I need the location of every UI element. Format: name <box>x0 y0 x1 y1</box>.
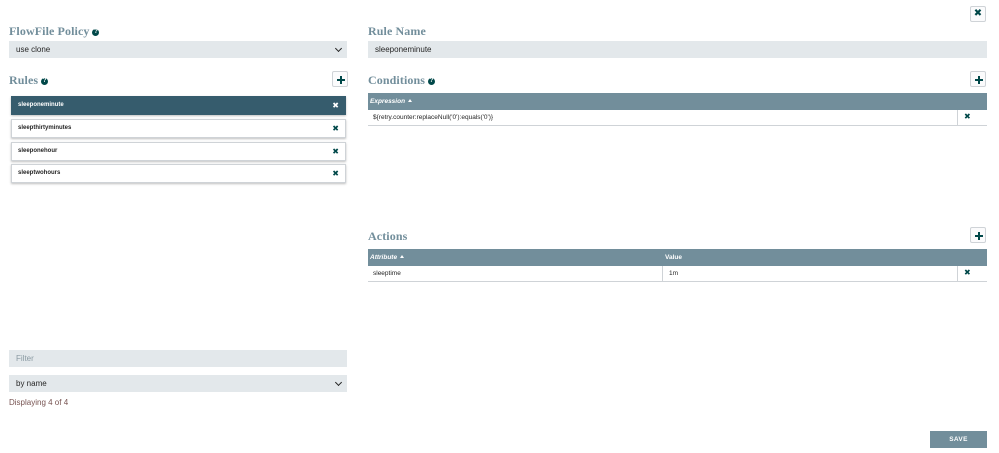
displaying-count: Displaying 4 of 4 <box>9 398 69 407</box>
rule-item-label: sleeponehour <box>18 148 58 154</box>
caret-up-icon <box>400 255 405 258</box>
add-action-button[interactable] <box>970 227 986 243</box>
attribute-column-header[interactable]: Attribute <box>370 254 405 261</box>
remove-rule-icon[interactable]: ✖ <box>332 97 339 114</box>
save-button[interactable]: SAVE <box>930 431 987 448</box>
filter-type-select[interactable]: by name <box>9 375 347 392</box>
rule-item-sleeponehour[interactable]: sleeponehour ✖ <box>11 142 346 161</box>
actions-grid-header: Attribute Value <box>368 249 987 266</box>
action-attribute-cell[interactable]: sleeptime <box>373 270 401 277</box>
rule-name-value: sleeponeminute <box>375 45 432 54</box>
rule-name-input[interactable]: sleeponeminute <box>368 41 987 58</box>
remove-condition-icon[interactable]: ✖ <box>964 112 971 121</box>
chevron-down-icon <box>334 378 343 387</box>
remove-action-icon[interactable]: ✖ <box>964 268 971 277</box>
remove-rule-icon[interactable]: ✖ <box>332 143 339 160</box>
rule-item-sleeponeminute[interactable]: sleeponeminute ✖ <box>11 96 346 115</box>
rule-filter-input[interactable]: Filter <box>9 350 347 367</box>
filter-type-value: by name <box>16 379 47 388</box>
value-column-header[interactable]: Value <box>665 254 682 261</box>
actions-heading: Actions <box>368 229 408 243</box>
caret-up-icon <box>408 99 413 102</box>
rule-item-sleepthirtyminutes[interactable]: sleepthirtyminutes ✖ <box>11 119 346 138</box>
close-dialog-button[interactable]: ✖ <box>970 6 986 22</box>
rule-item-label: sleepthirtyminutes <box>18 125 72 131</box>
rule-name-heading: Rule Name <box>368 24 426 38</box>
conditions-grid-header: Expression <box>368 93 987 110</box>
flowfile-policy-select[interactable]: use clone <box>9 41 347 58</box>
help-icon[interactable]: ? <box>41 78 49 85</box>
column-divider <box>662 266 663 281</box>
action-value-cell[interactable]: 1m <box>669 270 678 277</box>
rule-item-label: sleeponeminute <box>18 102 64 108</box>
flowfile-policy-value: use clone <box>16 45 51 54</box>
expression-column-header[interactable]: Expression <box>370 98 413 105</box>
flowfile-policy-heading: FlowFile Policy? <box>9 24 100 38</box>
action-row[interactable]: sleeptime 1m ✖ <box>368 266 987 282</box>
chevron-down-icon <box>334 44 343 53</box>
remove-rule-icon[interactable]: ✖ <box>332 120 339 137</box>
filter-placeholder: Filter <box>16 354 34 363</box>
condition-expression-cell[interactable]: ${retry.counter:replaceNull('0'):equals(… <box>373 114 493 121</box>
conditions-heading: Conditions? <box>368 73 436 87</box>
add-rule-button[interactable] <box>332 71 348 87</box>
column-divider <box>957 110 958 125</box>
close-icon: ✖ <box>973 8 983 19</box>
add-condition-button[interactable] <box>970 71 986 87</box>
help-icon[interactable]: ? <box>428 78 436 85</box>
rule-item-label: sleeptwohours <box>18 170 61 176</box>
help-icon[interactable]: ? <box>92 29 100 36</box>
remove-rule-icon[interactable]: ✖ <box>332 165 339 182</box>
rules-heading: Rules? <box>9 73 49 87</box>
rule-item-sleeptwohours[interactable]: sleeptwohours ✖ <box>11 164 346 183</box>
column-divider <box>957 266 958 281</box>
condition-row[interactable]: ${retry.counter:replaceNull('0'):equals(… <box>368 110 987 126</box>
